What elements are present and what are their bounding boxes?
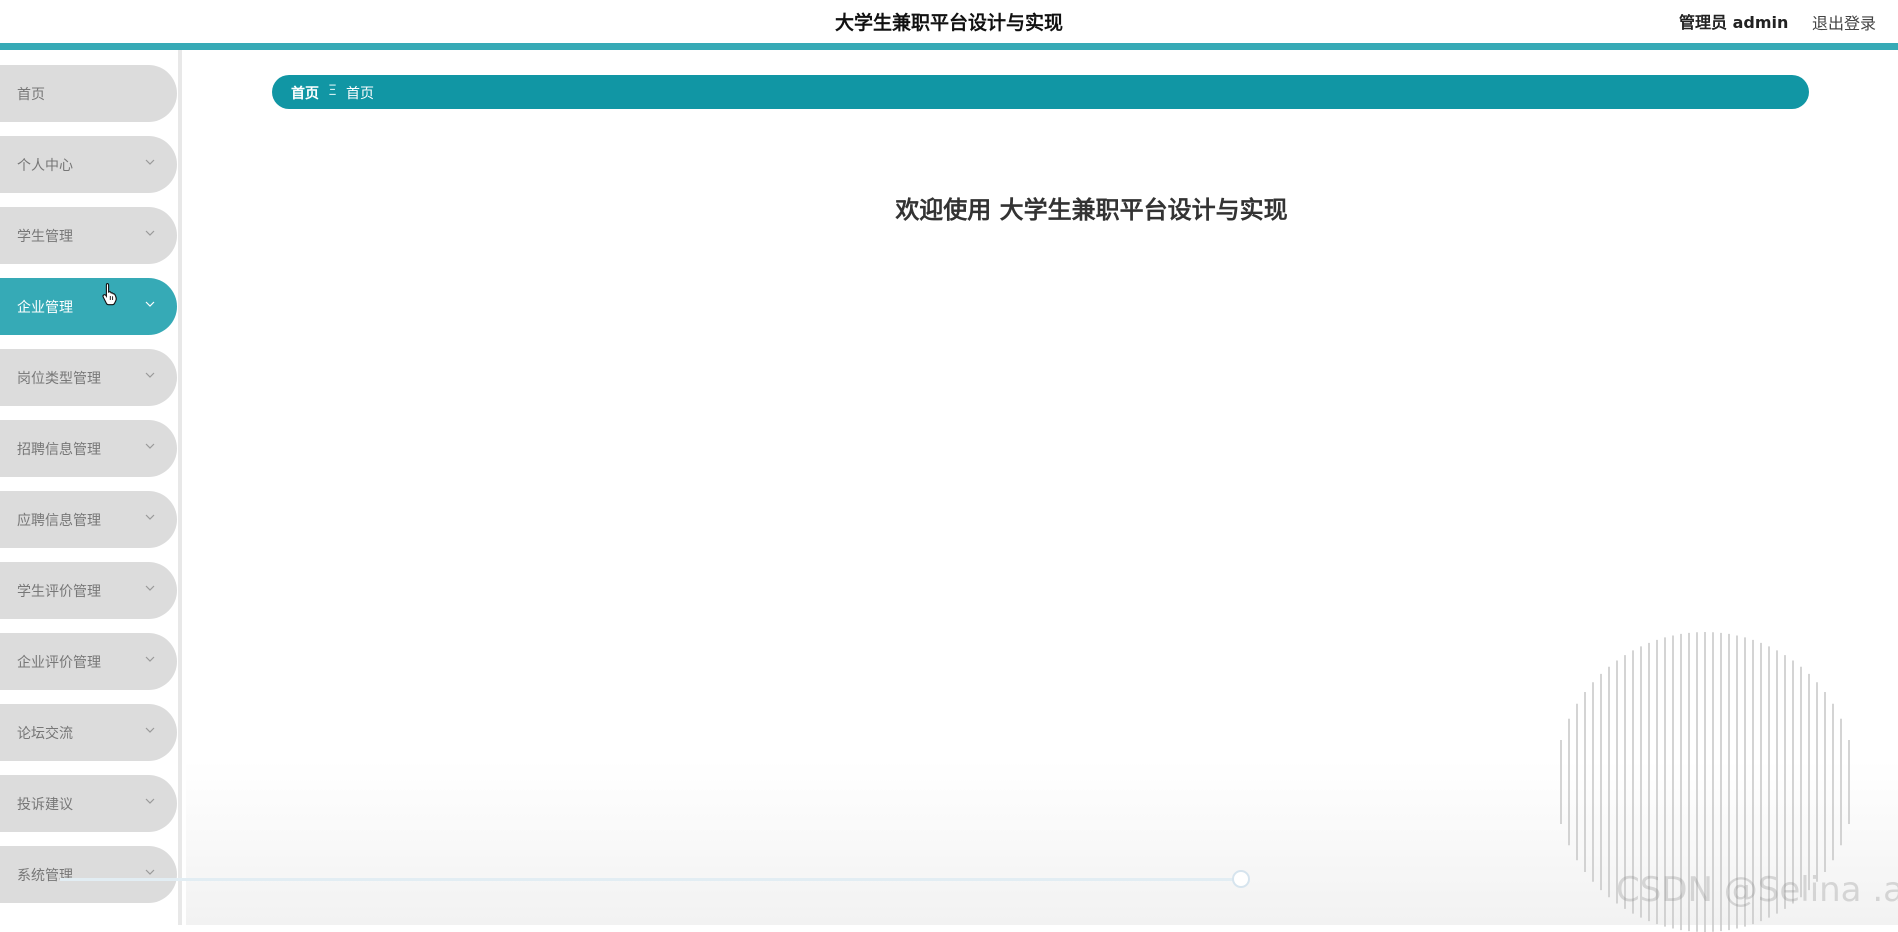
sidebar-item-label: 岗位类型管理 [17,371,101,387]
sidebar-item-6[interactable]: 应聘信息管理 [0,491,177,548]
sidebar-item-label: 应聘信息管理 [17,513,101,529]
sidebar-item-label: 论坛交流 [17,726,73,742]
sidebar-item-label: 企业管理 [17,300,73,316]
breadcrumb-current: 首页 [346,86,374,102]
sidebar-item-11[interactable]: 系统管理 [0,846,177,903]
sidebar-item-label: 首页 [17,87,45,103]
chevron-down-icon [143,298,157,310]
sidebar-item-label: 招聘信息管理 [17,442,101,458]
chevron-down-icon [143,653,157,665]
sidebar-item-label: 投诉建议 [17,797,73,813]
sidebar-item-label: 系统管理 [17,868,73,884]
decorative-slider-knob [1232,870,1250,888]
sidebar-item-label: 个人中心 [17,158,73,174]
admin-user-label: 管理员 admin [1679,13,1789,32]
breadcrumb: 首页 Ξ 首页 [272,75,1809,109]
chevron-down-icon [143,227,157,239]
sidebar-item-3[interactable]: 企业管理 [0,278,177,335]
chevron-down-icon [143,156,157,168]
chevron-down-icon [143,724,157,736]
top-header: 大学生兼职平台设计与实现 管理员 admin 退出登录 [0,0,1898,43]
decorative-slider-line [60,878,1243,881]
watermark-text: CSDN @Selina .a [1616,870,1898,910]
chevron-down-icon [143,795,157,807]
sidebar-item-9[interactable]: 论坛交流 [0,704,177,761]
sidebar-item-8[interactable]: 企业评价管理 [0,633,177,690]
logout-link[interactable]: 退出登录 [1812,10,1876,34]
sidebar-item-label: 企业评价管理 [17,655,101,671]
mouse-hand-cursor-icon [102,282,117,306]
chevron-down-icon [143,440,157,452]
chevron-down-icon [143,511,157,523]
sidebar-item-label: 学生评价管理 [17,584,101,600]
chevron-down-icon [143,582,157,594]
header-accent-bar [0,43,1898,50]
sidebar-item-7[interactable]: 学生评价管理 [0,562,177,619]
sidebar-item-4[interactable]: 岗位类型管理 [0,349,177,406]
welcome-heading: 欢迎使用 大学生兼职平台设计与实现 [895,196,1288,224]
sidebar-item-10[interactable]: 投诉建议 [0,775,177,832]
sidebar-item-label: 学生管理 [17,229,73,245]
sidebar-item-1[interactable]: 个人中心 [0,136,177,193]
sidebar-menu: 首页个人中心学生管理企业管理岗位类型管理 招聘信息管理 应聘信息管理 学生评价管理 企业… [0,50,182,925]
chevron-down-icon [143,369,157,381]
breadcrumb-separator-icon: Ξ [328,83,337,99]
app-title: 大学生兼职平台设计与实现 [834,12,1063,34]
sidebar-item-2[interactable]: 学生管理 [0,207,177,264]
chevron-down-icon [143,866,157,878]
sidebar-item-0[interactable]: 首页 [0,65,177,122]
sidebar-item-5[interactable]: 招聘信息管理 [0,420,177,477]
breadcrumb-home-link[interactable]: 首页 [291,83,319,103]
